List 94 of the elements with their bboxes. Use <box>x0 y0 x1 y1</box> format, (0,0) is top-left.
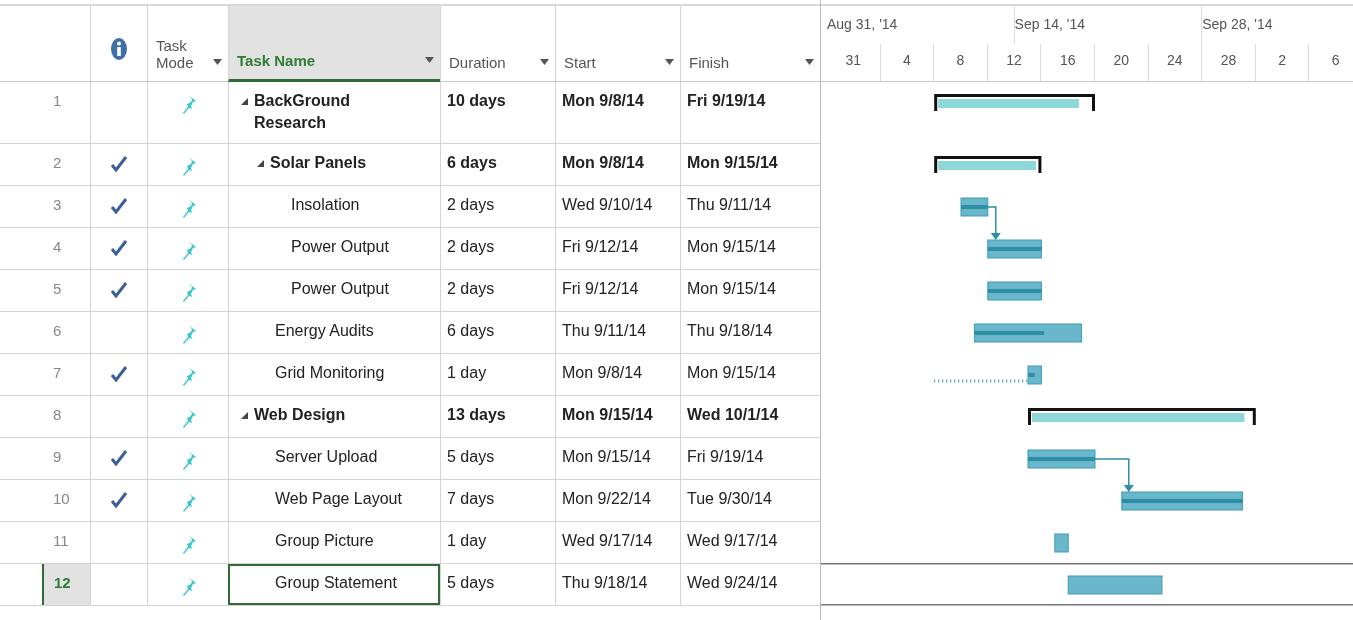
timescale-label: Sep 28, '14 <box>1202 6 1353 44</box>
duration-cell: 5 days <box>440 438 555 479</box>
row-number[interactable]: 1 <box>42 82 90 143</box>
timescale-tick: 6 <box>1309 43 1353 81</box>
dropdown-caret-icon[interactable] <box>805 59 814 65</box>
start-cell: Mon 9/15/14 <box>555 438 680 479</box>
finish-cell: Wed 9/24/14 <box>680 564 820 605</box>
timescale-label: Aug 31, '14 <box>827 6 1015 44</box>
finish-cell: Thu 9/11/14 <box>680 186 820 227</box>
finish-cell: Tue 9/30/14 <box>680 480 820 521</box>
row-number[interactable]: 5 <box>42 270 90 311</box>
row-number[interactable]: 9 <box>42 438 90 479</box>
timescale-label: Sep 14, '14 <box>1014 6 1203 44</box>
duration-cell: 1 day <box>440 354 555 395</box>
timescale-tick: 2 <box>1255 43 1310 81</box>
check-icon <box>111 240 127 256</box>
timescale-tick: 31 <box>827 43 881 81</box>
duration-cell: 10 days <box>440 82 555 143</box>
start-cell: Thu 9/18/14 <box>555 564 680 605</box>
duration-cell: 2 days <box>440 228 555 269</box>
check-icon <box>111 450 127 466</box>
task-name-cell: Power Output <box>228 270 440 311</box>
finish-cell: Wed 10/1/14 <box>680 396 820 437</box>
timescale-tick: 20 <box>1094 43 1149 81</box>
task-name-cell: Group Statement <box>228 564 440 605</box>
start-cell: Mon 9/8/14 <box>555 82 680 143</box>
check-icon <box>111 282 127 298</box>
timescale-tick: 24 <box>1148 43 1203 81</box>
start-cell: Mon 9/8/14 <box>555 354 680 395</box>
finish-cell: Thu 9/18/14 <box>680 312 820 353</box>
dropdown-caret-icon[interactable] <box>540 59 549 65</box>
task-name-cell: BackGround Research <box>228 82 440 143</box>
row-number[interactable]: 2 <box>42 144 90 185</box>
duration-cell: 7 days <box>440 480 555 521</box>
row-number[interactable]: 12 <box>42 564 90 605</box>
finish-cell: Fri 9/19/14 <box>680 82 820 143</box>
info-icon <box>111 37 127 60</box>
duration-cell: 5 days <box>440 564 555 605</box>
timescale-tick: 16 <box>1041 43 1095 81</box>
row-number[interactable]: 6 <box>42 312 90 353</box>
task-name-cell: Web Design <box>228 396 440 437</box>
start-cell: Fri 9/12/14 <box>555 270 680 311</box>
row-number[interactable]: 4 <box>42 228 90 269</box>
expand-toggle-icon[interactable] <box>257 160 264 167</box>
task-name-cell: Power Output <box>228 228 440 269</box>
check-icon <box>111 492 127 508</box>
start-cell: Wed 9/10/14 <box>555 186 680 227</box>
timescale-tick: 8 <box>934 43 988 81</box>
timescale-tick: 28 <box>1202 43 1256 81</box>
check-icon <box>111 366 127 382</box>
start-cell: Mon 9/8/14 <box>555 144 680 185</box>
task-name-cell: Server Upload <box>228 438 440 479</box>
finish-cell: Mon 9/15/14 <box>680 354 820 395</box>
start-cell: Mon 9/22/14 <box>555 480 680 521</box>
check-icon <box>111 156 127 172</box>
check-icon <box>111 198 127 214</box>
start-cell: Wed 9/17/14 <box>555 522 680 563</box>
dropdown-caret-icon[interactable] <box>665 59 674 65</box>
column-header[interactable]: Task Name <box>228 6 440 82</box>
task-name-cell: Solar Panels <box>228 144 440 185</box>
expand-toggle-icon[interactable] <box>241 412 248 419</box>
summary-bar[interactable] <box>934 156 1042 173</box>
summary-bar[interactable] <box>934 94 1095 111</box>
task-name-cell: Energy Audits <box>228 312 440 353</box>
row-number[interactable]: 10 <box>42 480 90 521</box>
duration-cell: 2 days <box>440 270 555 311</box>
duration-cell: 6 days <box>440 144 555 185</box>
task-name-cell: Grid Monitoring <box>228 354 440 395</box>
finish-cell: Mon 9/15/14 <box>680 144 820 185</box>
expand-toggle-icon[interactable] <box>241 98 248 105</box>
row-number[interactable]: 3 <box>42 186 90 227</box>
row-number[interactable]: 7 <box>42 354 90 395</box>
summary-bar[interactable] <box>1028 408 1256 425</box>
duration-cell: 2 days <box>440 186 555 227</box>
start-cell: Mon 9/15/14 <box>555 396 680 437</box>
finish-cell: Wed 9/17/14 <box>680 522 820 563</box>
task-bar[interactable] <box>960 197 989 217</box>
finish-cell: Fri 9/19/14 <box>680 438 820 479</box>
duration-cell: 13 days <box>440 396 555 437</box>
start-cell: Thu 9/11/14 <box>555 312 680 353</box>
row-number[interactable]: 11 <box>42 522 90 563</box>
row-number[interactable]: 8 <box>42 396 90 437</box>
task-name-cell: Web Page Layout <box>228 480 440 521</box>
duration-cell: 1 day <box>440 522 555 563</box>
finish-cell: Mon 9/15/14 <box>680 228 820 269</box>
start-cell: Fri 9/12/14 <box>555 228 680 269</box>
timescale-tick: 4 <box>880 43 935 81</box>
dropdown-caret-icon[interactable] <box>425 57 434 63</box>
dropdown-caret-icon[interactable] <box>213 59 222 65</box>
task-name-cell: Group Picture <box>228 522 440 563</box>
finish-cell: Mon 9/15/14 <box>680 270 820 311</box>
task-name-cell: Insolation <box>228 186 440 227</box>
duration-cell: 6 days <box>440 312 555 353</box>
timescale-tick: 12 <box>987 43 1042 81</box>
